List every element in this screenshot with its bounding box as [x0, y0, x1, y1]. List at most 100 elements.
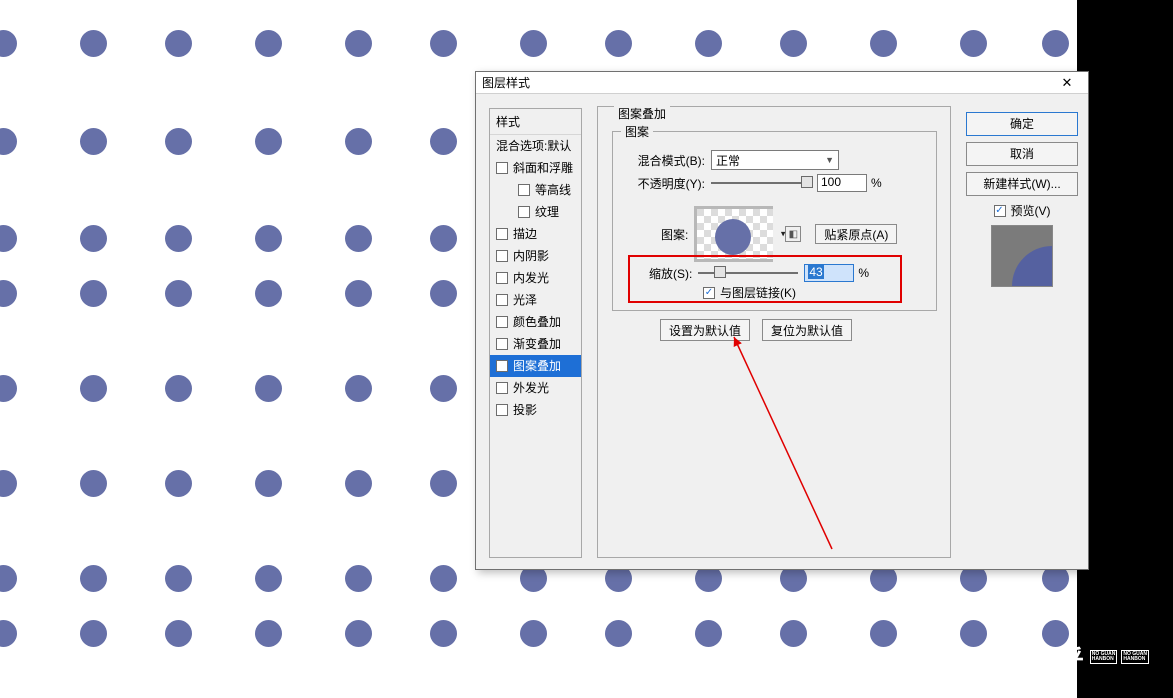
style-item-4[interactable]: 内阴影	[490, 245, 581, 267]
pattern-label: 图案:	[661, 226, 688, 243]
style-item-label: 外发光	[513, 379, 549, 396]
pattern-fieldset: 图案 混合模式(B): 正常 ▼ 不透明度(Y): 100	[612, 131, 937, 311]
style-checkbox[interactable]	[496, 382, 508, 394]
style-item-6[interactable]: 光泽	[490, 289, 581, 311]
watermark: 知乎 NO GUANHANBON NO GUANHANBON	[1034, 639, 1149, 674]
close-icon[interactable]: ✕	[1052, 72, 1082, 94]
style-checkbox[interactable]	[496, 228, 508, 240]
percent-label: %	[858, 266, 869, 280]
style-item-label: 斜面和浮雕	[513, 159, 573, 176]
ok-button[interactable]: 确定	[966, 112, 1078, 136]
pattern-dot	[80, 128, 107, 155]
layer-style-dialog: 图层样式 ✕ 样式 混合选项:默认 斜面和浮雕等高线纹理描边内阴影内发光光泽颜色…	[475, 71, 1089, 570]
pattern-dot	[255, 30, 282, 57]
new-style-button[interactable]: 新建样式(W)...	[966, 172, 1078, 196]
link-with-layer-checkbox[interactable]	[703, 287, 715, 299]
chevron-down-icon: ▼	[825, 155, 834, 165]
percent-label: %	[871, 176, 882, 190]
pattern-dot	[345, 620, 372, 647]
style-checkbox[interactable]	[496, 360, 508, 372]
pattern-dot	[520, 30, 547, 57]
pattern-dot	[80, 30, 107, 57]
annotation-arrow	[722, 329, 842, 559]
pattern-dot	[695, 620, 722, 647]
pattern-dot	[80, 565, 107, 592]
pattern-dot	[345, 128, 372, 155]
chevron-down-icon[interactable]: ▾	[781, 229, 786, 240]
style-item-10[interactable]: 外发光	[490, 377, 581, 399]
scale-input[interactable]: 43	[804, 264, 854, 282]
opacity-input[interactable]: 100	[817, 174, 867, 192]
pattern-dot	[870, 620, 897, 647]
opacity-label: 不透明度(Y):	[629, 175, 705, 192]
pattern-dot	[960, 620, 987, 647]
style-checkbox[interactable]	[496, 162, 508, 174]
style-item-label: 纹理	[535, 203, 559, 220]
style-checkbox[interactable]	[496, 404, 508, 416]
pattern-dot	[165, 565, 192, 592]
pattern-dot	[165, 30, 192, 57]
dialog-buttons: 确定 取消 新建样式(W)... 预览(V)	[966, 112, 1078, 287]
style-item-0[interactable]: 斜面和浮雕	[490, 157, 581, 179]
pattern-dot	[345, 565, 372, 592]
style-item-7[interactable]: 颜色叠加	[490, 311, 581, 333]
pattern-dot	[520, 620, 547, 647]
pattern-dot	[80, 620, 107, 647]
dialog-titlebar[interactable]: 图层样式 ✕	[476, 72, 1088, 94]
pattern-dot	[165, 280, 192, 307]
style-checkbox[interactable]	[518, 206, 530, 218]
pattern-dot	[80, 225, 107, 252]
style-item-5[interactable]: 内发光	[490, 267, 581, 289]
style-item-8[interactable]: 渐变叠加	[490, 333, 581, 355]
style-checkbox[interactable]	[496, 316, 508, 328]
snap-origin-button[interactable]: 贴紧原点(A)	[815, 224, 897, 244]
style-item-3[interactable]: 描边	[490, 223, 581, 245]
pattern-dot	[80, 375, 107, 402]
pattern-dot	[80, 470, 107, 497]
style-item-label: 等高线	[535, 181, 571, 198]
pattern-dot	[345, 375, 372, 402]
pattern-dot	[80, 280, 107, 307]
reset-default-button[interactable]: 复位为默认值	[762, 319, 852, 341]
pattern-picker[interactable]	[694, 206, 773, 262]
make-default-button[interactable]: 设置为默认值	[660, 319, 750, 341]
blend-options-default[interactable]: 混合选项:默认	[490, 135, 581, 157]
pattern-dot	[870, 30, 897, 57]
preview-checkbox[interactable]	[994, 205, 1006, 217]
pattern-swatch-icon	[715, 219, 751, 255]
style-item-9[interactable]: 图案叠加	[490, 355, 581, 377]
pattern-dot	[255, 565, 282, 592]
pattern-dot	[165, 470, 192, 497]
style-item-2[interactable]: 纹理	[490, 201, 581, 223]
blend-mode-select[interactable]: 正常 ▼	[711, 150, 839, 170]
pattern-dot	[430, 620, 457, 647]
opacity-slider[interactable]	[711, 176, 811, 190]
styles-list-panel: 样式 混合选项:默认 斜面和浮雕等高线纹理描边内阴影内发光光泽颜色叠加渐变叠加图…	[489, 108, 582, 558]
style-item-1[interactable]: 等高线	[490, 179, 581, 201]
scale-slider[interactable]	[698, 266, 798, 280]
style-checkbox[interactable]	[496, 250, 508, 262]
style-item-label: 描边	[513, 225, 537, 242]
pattern-dot	[430, 470, 457, 497]
style-checkbox[interactable]	[518, 184, 530, 196]
style-item-11[interactable]: 投影	[490, 399, 581, 421]
style-item-label: 内发光	[513, 269, 549, 286]
dialog-title: 图层样式	[482, 72, 530, 94]
pattern-dot	[345, 30, 372, 57]
pattern-dot	[345, 470, 372, 497]
new-pattern-icon[interactable]: ◧	[785, 226, 801, 242]
pattern-dot	[255, 620, 282, 647]
section-title: 图案叠加	[614, 105, 670, 122]
styles-header[interactable]: 样式	[490, 109, 581, 135]
pattern-dot	[430, 30, 457, 57]
blend-mode-label: 混合模式(B):	[629, 152, 705, 169]
cancel-button[interactable]: 取消	[966, 142, 1078, 166]
scale-label: 缩放(S):	[649, 265, 692, 282]
style-checkbox[interactable]	[496, 338, 508, 350]
pattern-dot	[165, 620, 192, 647]
style-item-label: 颜色叠加	[513, 313, 561, 330]
preview-label: 预览(V)	[1011, 202, 1051, 219]
style-checkbox[interactable]	[496, 272, 508, 284]
style-checkbox[interactable]	[496, 294, 508, 306]
pattern-dot	[780, 620, 807, 647]
